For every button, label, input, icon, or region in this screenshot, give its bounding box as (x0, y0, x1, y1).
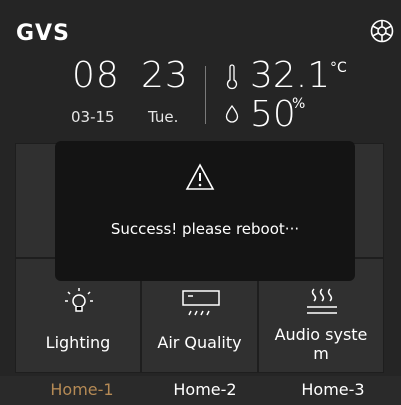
temperature-value: 32.1 (250, 55, 331, 96)
home-screen: GVS 08 23 03-15 Tue. 32.1 °C 50 % Leave … (0, 0, 401, 405)
tab-home-1[interactable]: Home-1 (22, 380, 142, 399)
clock-hour: 08 (72, 55, 120, 96)
humidity-unit: % (292, 96, 306, 112)
dialog-message: Success! please reboot··· (110, 220, 300, 238)
weekday-text: Tue. (148, 108, 179, 126)
heater-icon (307, 288, 337, 314)
humidity-value: 50 (250, 94, 296, 135)
tab-home-2[interactable]: Home-2 (145, 380, 265, 399)
tile-label: Air Quality (157, 333, 242, 352)
clock-minute: 23 (141, 55, 189, 96)
success-dialog (55, 141, 355, 281)
warning-icon (185, 163, 215, 190)
gear-icon[interactable] (369, 18, 395, 44)
tile-label-line2: m (313, 344, 329, 363)
brand-logo: GVS (16, 21, 70, 46)
lightbulb-icon (65, 288, 93, 312)
air-conditioner-icon (182, 290, 220, 316)
temperature-unit: °C (330, 60, 347, 76)
date-text: 03-15 (71, 108, 115, 126)
divider (205, 66, 206, 124)
tab-home-3[interactable]: Home-3 (273, 380, 393, 399)
tile-label: Lighting (45, 333, 111, 352)
humidity-drop-icon (225, 105, 239, 123)
tile-label: Audio syste (274, 325, 368, 344)
thermometer-icon (226, 64, 238, 90)
